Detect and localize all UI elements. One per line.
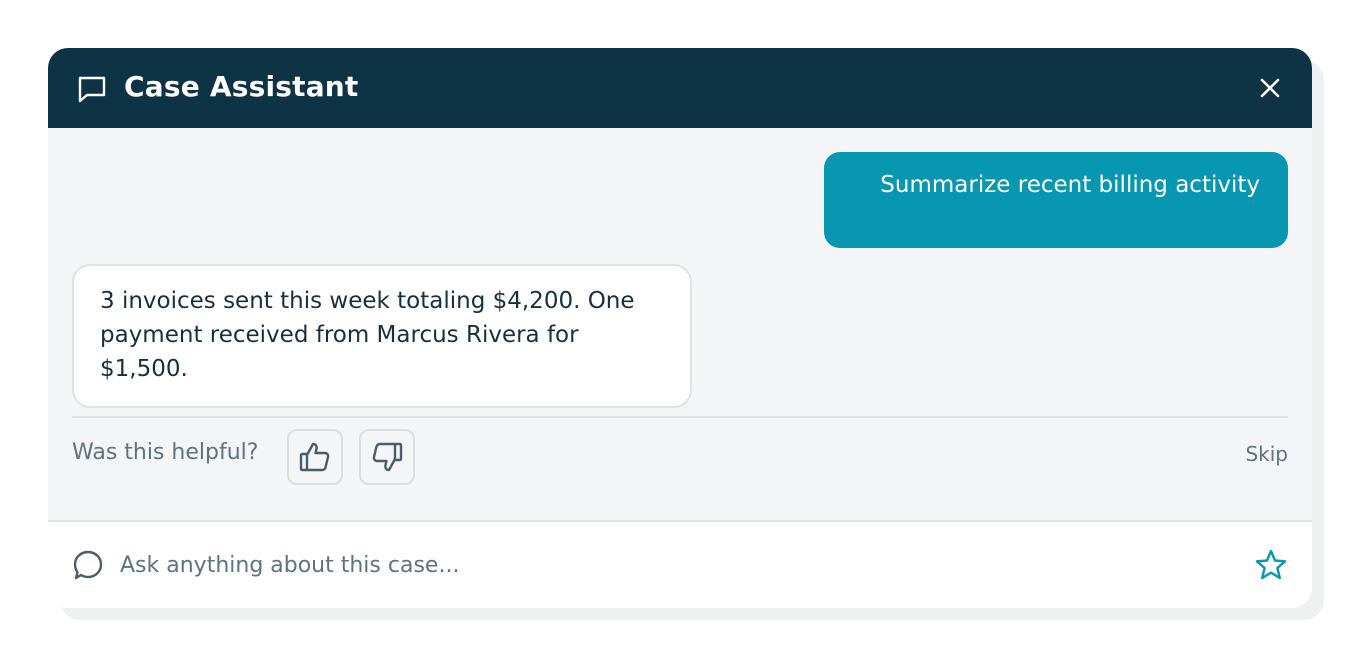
feedback-question: Was this helpful? xyxy=(72,440,259,465)
star-button[interactable] xyxy=(1254,548,1288,582)
user-message: Summarize recent billing activity xyxy=(824,152,1288,248)
thumbs-up-button[interactable] xyxy=(287,429,343,485)
close-button[interactable] xyxy=(1258,76,1282,100)
assistant-message: 3 invoices sent this week totaling $4,20… xyxy=(72,264,692,408)
thumbs-up-icon xyxy=(299,442,330,472)
message-input-bar xyxy=(48,520,1312,608)
message-circle-icon xyxy=(72,549,104,581)
panel-header: Case Assistant xyxy=(48,48,1312,128)
star-icon xyxy=(1255,549,1287,580)
feedback-divider xyxy=(72,416,1288,418)
ask-input[interactable] xyxy=(118,544,1222,586)
thumbs-down-button[interactable] xyxy=(359,429,415,485)
thumbs-down-icon xyxy=(372,442,403,472)
conversation-area: Summarize recent billing activity 3 invo… xyxy=(48,128,1312,520)
case-assistant-panel: Case Assistant Summarize recent billing … xyxy=(48,48,1312,608)
skip-link[interactable]: Skip xyxy=(1245,442,1288,466)
panel-title: Case Assistant xyxy=(124,70,359,103)
chat-icon xyxy=(76,73,108,105)
close-icon xyxy=(1260,78,1280,98)
